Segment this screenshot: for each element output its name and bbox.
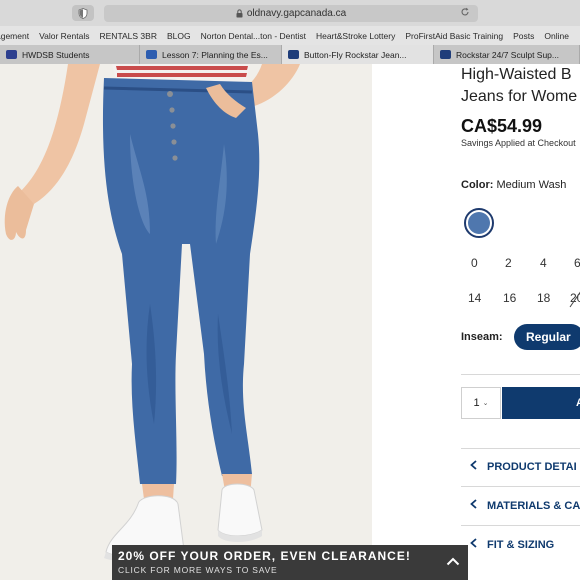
bookmark-item[interactable]: ProFirstAid Basic Training — [405, 31, 503, 41]
chevron-down-icon: ⌄ — [482, 400, 489, 407]
promo-subtitle[interactable]: CLICK FOR MORE WAYS TO SAVE — [118, 565, 278, 575]
product-title-line: High-Waisted B — [461, 66, 572, 83]
product-title-line: Jeans for Wome — [461, 88, 578, 105]
quantity-select[interactable]: 1 ⌄ — [461, 387, 501, 419]
color-label: Color: — [461, 179, 494, 191]
accordion-label: MATERIALS & CA — [487, 499, 580, 512]
tab-lesson[interactable]: Lesson 7: Planning the Es... — [140, 45, 282, 64]
savings-note: Savings Applied at Checkout — [461, 138, 576, 148]
color-swatch-medium-wash[interactable] — [464, 208, 494, 238]
address-bar[interactable]: oldnavy.gapcanada.ca — [104, 5, 478, 22]
bookmark-item[interactable]: Online — [544, 31, 569, 41]
size-option[interactable]: 16 — [503, 291, 516, 305]
url-text: oldnavy.gapcanada.ca — [246, 8, 347, 19]
color-selection-label: Color: Medium Wash — [461, 179, 566, 191]
chevron-up-icon[interactable] — [446, 553, 460, 571]
bookmark-item[interactable]: Posts — [513, 31, 534, 41]
chevron-left-icon — [470, 499, 477, 512]
tab-button-fly-jeans[interactable]: Button-Fly Rockstar Jean... — [282, 45, 434, 64]
tab-label: Rockstar 24/7 Sculpt Sup... — [456, 49, 559, 60]
product-info-panel: High-Waisted B Jeans for Wome CA$54.99 S… — [372, 64, 580, 580]
tab-label: HWDSB Students — [22, 49, 90, 60]
chevron-left-icon — [470, 538, 477, 551]
unavailable-slash-icon — [569, 291, 580, 308]
quantity-value: 1 — [473, 397, 480, 409]
lock-icon — [236, 9, 243, 18]
bookmark-item[interactable]: RENTALS 3BR — [100, 31, 157, 41]
tab-rockstar-sculpt[interactable]: Rockstar 24/7 Sculpt Sup... — [434, 45, 580, 64]
accordion-label: PRODUCT DETAI — [487, 460, 577, 473]
old-navy-favicon-icon — [440, 50, 451, 59]
swatch-fill — [468, 212, 490, 234]
size-option[interactable]: 6 — [574, 256, 580, 270]
screen: oldnavy.gapcanada.ca agement Valor Renta… — [0, 0, 580, 580]
tab-bar: HWDSB Students Lesson 7: Planning the Es… — [0, 45, 580, 64]
tab-label: Lesson 7: Planning the Es... — [162, 49, 268, 60]
bookmark-item[interactable]: Norton Dental...ton - Dentist — [201, 31, 306, 41]
product-title: High-Waisted B Jeans for Wome — [461, 64, 577, 108]
bookmark-item[interactable]: Valor Rentals — [39, 31, 89, 41]
hwdsb-favicon-icon — [6, 50, 17, 59]
divider — [461, 374, 580, 375]
accordion-label: FIT & SIZING — [487, 538, 555, 551]
privacy-shield-button[interactable] — [72, 5, 94, 21]
divider — [461, 448, 580, 449]
add-to-bag-button[interactable]: A — [502, 387, 580, 419]
promo-title: 20% OFF YOUR ORDER, EVEN CLEARANCE! — [118, 549, 411, 563]
accordion-product-details[interactable]: PRODUCT DETAI — [470, 460, 577, 473]
reload-icon[interactable] — [460, 7, 470, 20]
chevron-left-icon — [470, 460, 477, 473]
bookmark-item[interactable]: BLOG — [167, 31, 191, 41]
bookmark-item[interactable]: agement — [0, 31, 29, 41]
divider — [461, 525, 580, 526]
jeans-model-illustration — [0, 64, 372, 580]
product-price: CA$54.99 — [461, 116, 543, 136]
promo-banner[interactable]: 20% OFF YOUR ORDER, EVEN CLEARANCE! CLIC… — [112, 545, 468, 580]
color-value: Medium Wash — [496, 179, 567, 191]
size-option[interactable]: 0 — [471, 256, 478, 270]
size-option[interactable]: 18 — [537, 291, 550, 305]
size-option[interactable]: 2 — [505, 256, 512, 270]
old-navy-favicon-icon — [288, 50, 299, 59]
inseam-regular-button[interactable]: Regular — [514, 324, 580, 350]
divider — [461, 486, 580, 487]
hub-favicon-icon — [146, 50, 157, 59]
browser-toolbar: oldnavy.gapcanada.ca — [0, 0, 580, 26]
size-option[interactable]: 14 — [468, 291, 481, 305]
tab-hwdsb[interactable]: HWDSB Students — [0, 45, 140, 64]
bookmarks-bar: agement Valor Rentals RENTALS 3BR BLOG N… — [0, 26, 580, 45]
product-image[interactable] — [0, 64, 372, 580]
accordion-materials-care[interactable]: MATERIALS & CA — [470, 499, 580, 512]
tab-label: Button-Fly Rockstar Jean... — [304, 49, 407, 60]
bookmark-item[interactable]: Heart&Stroke Lottery — [316, 31, 395, 41]
inseam-label: Inseam: — [461, 331, 503, 343]
accordion-fit-sizing[interactable]: FIT & SIZING — [470, 538, 554, 551]
shield-icon — [78, 7, 88, 19]
size-option[interactable]: 4 — [540, 256, 547, 270]
